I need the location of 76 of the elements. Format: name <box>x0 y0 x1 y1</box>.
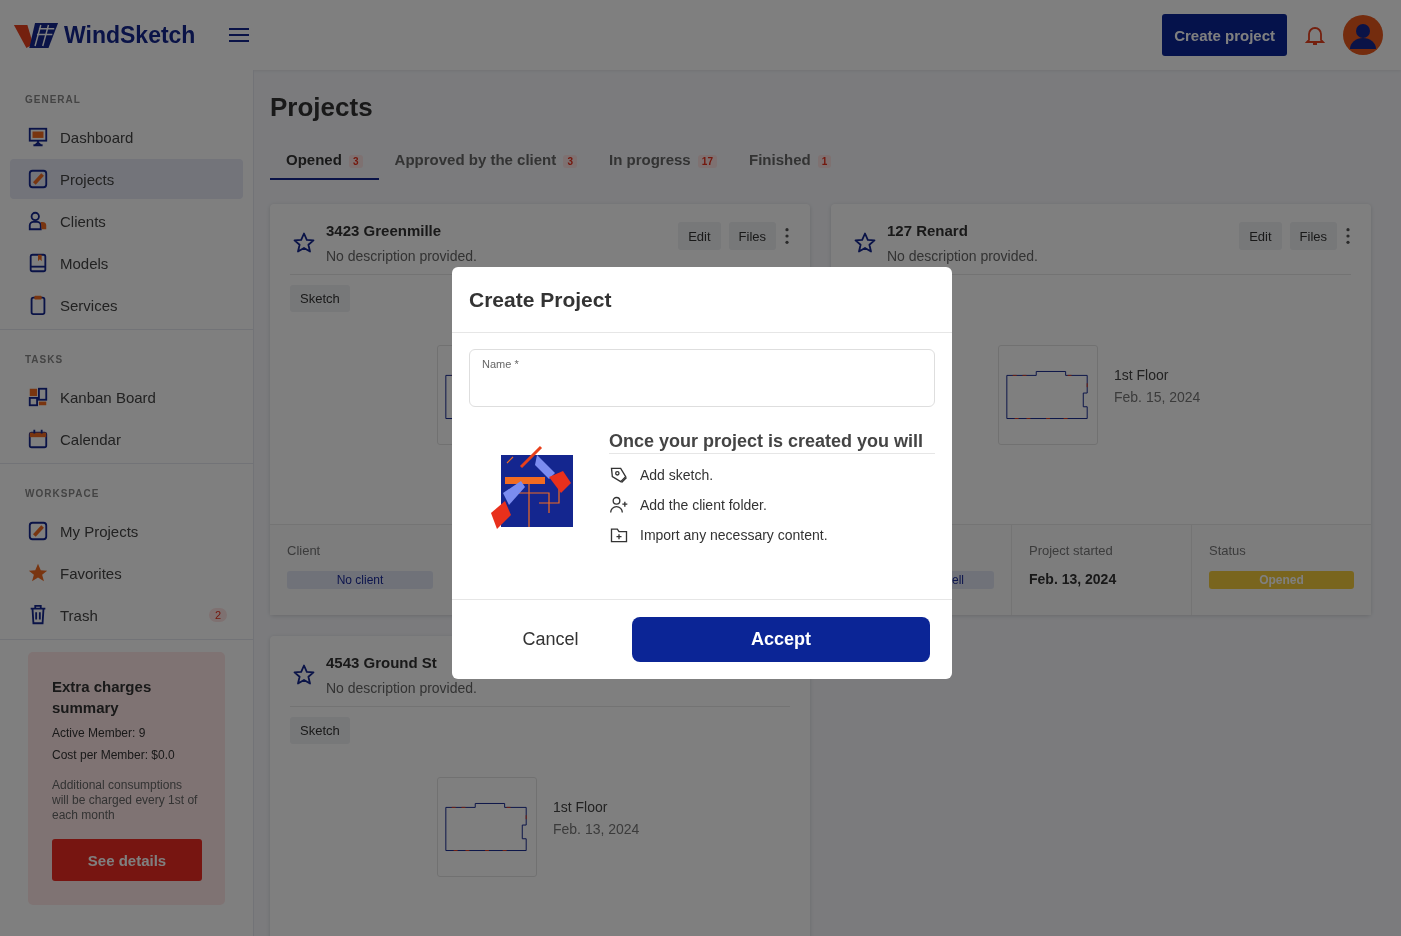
field-label: Status <box>1209 543 1247 560</box>
floor-date: Feb. 15, 2024 <box>1114 389 1201 405</box>
project-description: No description provided. <box>326 248 478 264</box>
pencil-square-icon <box>27 168 49 190</box>
project-description: No description provided. <box>326 680 478 696</box>
sketch-tag[interactable]: Sketch <box>290 717 350 744</box>
step-text: Import any necessary content. <box>640 527 828 543</box>
project-title: 4543 Ground St <box>326 654 438 671</box>
card-action-button[interactable]: Files <box>1289 222 1337 250</box>
pen-icon <box>609 465 629 485</box>
floor-title: 1st Floor <box>1114 367 1170 383</box>
promo-text: Active Member: 9 <box>52 726 147 740</box>
logo-text: WindSketch <box>64 21 196 49</box>
sidebar-item[interactable]: Projects <box>10 159 243 199</box>
client-pill: No client <box>287 571 433 590</box>
add-user-icon <box>609 495 629 515</box>
sidebar-item[interactable]: Models <box>10 243 243 283</box>
tab[interactable]: In progress 17 <box>593 145 733 180</box>
star-icon[interactable] <box>853 231 877 255</box>
pencil-square-icon <box>27 520 49 542</box>
promo-title: Extra charges summary <box>52 677 153 718</box>
card-action-button[interactable]: Files <box>728 222 776 250</box>
page-title: Projects <box>270 92 374 123</box>
project-description: No description provided. <box>887 248 1039 264</box>
floor-title: 1st Floor <box>553 799 609 815</box>
dialog-title: Create Project <box>469 287 612 312</box>
see-details-button[interactable]: See details <box>52 839 202 881</box>
sidebar-item[interactable]: Clients <box>10 201 243 241</box>
sidebar-item[interactable]: Favorites <box>10 553 243 593</box>
star-icon[interactable] <box>292 231 316 255</box>
step-text: Add the client folder. <box>640 497 767 513</box>
star-icon[interactable] <box>292 663 316 687</box>
status-badge: Opened <box>1209 571 1354 590</box>
section-heading: WORKSPACE <box>24 487 101 501</box>
tab[interactable]: Approved by the client 3 <box>378 145 593 180</box>
section-heading: GENERAL <box>24 93 82 107</box>
more-icon[interactable] <box>784 227 790 245</box>
star-icon <box>27 562 49 584</box>
create-project-button[interactable]: Create project <box>1162 14 1287 56</box>
floor-date: Feb. 13, 2024 <box>553 821 640 837</box>
card-action-button[interactable]: Edit <box>678 222 721 250</box>
sidebar-item[interactable]: Kanban Board <box>10 377 243 417</box>
book-icon <box>27 252 49 274</box>
tab[interactable]: Finished 1 <box>733 145 848 180</box>
avatar[interactable] <box>1343 15 1383 55</box>
menu-icon[interactable] <box>229 27 250 43</box>
logo-icon <box>12 20 60 50</box>
tab[interactable]: Opened 3 <box>270 145 379 180</box>
project-title: 3423 Greenmille <box>326 222 443 239</box>
users-icon <box>27 210 49 232</box>
sidebar-item[interactable]: Calendar <box>10 419 243 459</box>
project-title: 127 Renard <box>887 222 969 239</box>
card-action-button[interactable]: Edit <box>1239 222 1282 250</box>
monitor-icon <box>27 126 49 148</box>
section-heading: TASKS <box>24 353 65 367</box>
intro-heading: Once your project is created you will <box>609 431 935 454</box>
calendar-icon <box>27 428 49 450</box>
start-date: Feb. 13, 2024 <box>1029 571 1118 588</box>
floor-plan-thumbnail[interactable] <box>437 777 537 877</box>
promo-text: Cost per Member: $0.0 <box>52 748 176 762</box>
sidebar-item[interactable]: Services <box>10 285 243 325</box>
field-label: Project started <box>1029 543 1114 560</box>
field-label: Client <box>287 543 322 560</box>
sidebar-item[interactable]: Dashboard <box>10 117 243 157</box>
accept-button[interactable]: Accept <box>632 617 930 662</box>
sketch-tag[interactable]: Sketch <box>290 285 350 312</box>
floor-plan-thumbnail[interactable] <box>998 345 1098 445</box>
more-icon[interactable] <box>1345 227 1351 245</box>
name-input-field[interactable]: Name * <box>469 349 935 407</box>
kanban-icon <box>27 386 49 408</box>
sidebar-item[interactable]: Trash 2 <box>10 595 243 635</box>
cancel-button[interactable]: Cancel <box>469 617 632 662</box>
count-badge: 2 <box>208 608 227 622</box>
step-text: Add sketch. <box>640 467 714 483</box>
sidebar-item[interactable]: My Projects <box>10 511 243 551</box>
promo-note: Additional consumptions will be charged every 1st of each month <box>52 778 199 823</box>
